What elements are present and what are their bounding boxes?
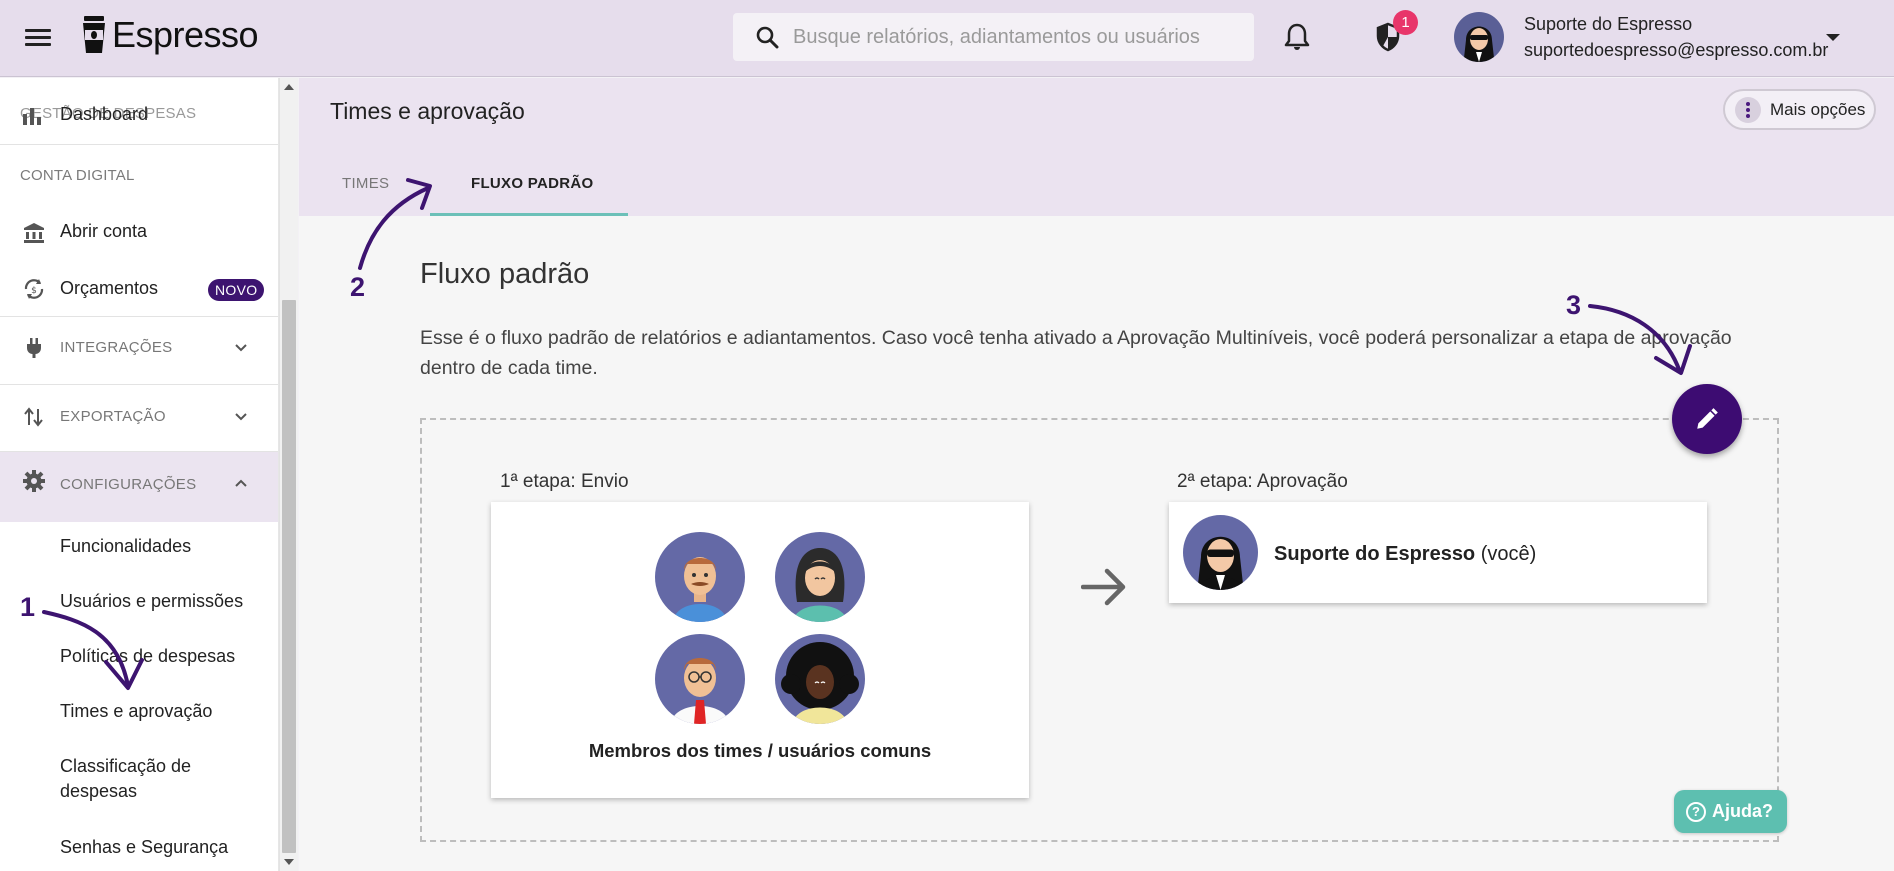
gear-icon xyxy=(23,470,45,492)
avatar xyxy=(655,532,745,622)
sidebar-item-times-aprovacao[interactable]: Times e aprovação xyxy=(60,699,212,724)
top-bar: Espresso 1 Suporte do Espresso suportedo… xyxy=(0,0,1894,77)
sidebar: GESTÃO DE DESPESAS Dashboard CONTA DIGIT… xyxy=(0,78,279,871)
tab-times[interactable]: TIMES xyxy=(342,175,389,192)
stage1-label: 1ª etapa: Envio xyxy=(500,471,629,492)
search-input[interactable] xyxy=(793,25,1213,49)
annotation-number: 3 xyxy=(1566,290,1582,320)
chevron-down-icon xyxy=(235,344,247,352)
sidebar-section-conta: CONTA DIGITAL xyxy=(20,167,135,184)
sidebar-item-abrir-conta[interactable]: Abrir conta xyxy=(0,218,278,248)
help-button[interactable]: ? Ajuda? xyxy=(1674,790,1787,833)
pencil-icon xyxy=(1697,408,1718,429)
sidebar-item-orcamentos[interactable]: $ Orçamentos NOVO xyxy=(0,275,278,305)
more-options-button[interactable]: Mais opções xyxy=(1723,89,1876,130)
chevron-down-icon xyxy=(235,413,247,421)
sidebar-item-dashboard[interactable]: Dashboard xyxy=(0,100,278,130)
sidebar-item-classificacao[interactable]: Classificação de despesas xyxy=(60,754,210,804)
sidebar-item-politicas[interactable]: Políticas de despesas xyxy=(60,644,235,669)
user-email[interactable]: suportedoespresso@espresso.com.br xyxy=(1524,40,1828,61)
plug-icon xyxy=(27,338,41,358)
page-header xyxy=(299,78,1894,216)
user-name[interactable]: Suporte do Espresso xyxy=(1524,14,1692,35)
sidebar-item-integracoes[interactable]: INTEGRAÇÕES xyxy=(0,333,278,363)
more-vertical-icon xyxy=(1735,96,1761,123)
section-description: Esse é o fluxo padrão de relatórios e ad… xyxy=(420,327,1732,379)
search-bar[interactable] xyxy=(733,13,1254,61)
approver-name-text: Suporte do Espresso xyxy=(1274,543,1476,565)
chevron-down-icon[interactable] xyxy=(1826,34,1840,41)
bar-chart-icon xyxy=(23,108,41,125)
menu-icon[interactable] xyxy=(25,25,55,51)
divider xyxy=(0,384,278,385)
chevron-up-icon xyxy=(235,479,247,487)
sidebar-scrollbar[interactable] xyxy=(279,78,298,871)
search-icon xyxy=(756,26,779,49)
scroll-thumb[interactable] xyxy=(282,300,296,853)
sidebar-item-label: Orçamentos xyxy=(60,278,159,298)
bank-icon xyxy=(24,223,44,243)
sidebar-item-label: CONFIGURAÇÕES xyxy=(60,476,197,493)
bell-icon[interactable] xyxy=(1284,22,1310,52)
arrow-right-icon xyxy=(1081,568,1126,606)
avatar xyxy=(655,634,745,724)
notification-badge: 1 xyxy=(1393,10,1418,35)
avatar xyxy=(775,634,865,724)
scroll-up-arrow[interactable] xyxy=(284,84,294,90)
svg-text:$: $ xyxy=(31,286,37,296)
avatar[interactable] xyxy=(1454,12,1504,62)
stage1-caption: Membros dos times / usuários comuns xyxy=(588,740,932,761)
sidebar-item-exportacao[interactable]: EXPORTAÇÃO xyxy=(0,402,278,432)
avatar xyxy=(1183,515,1258,590)
approver-suffix: (você) xyxy=(1480,543,1537,565)
annotation-number: 2 xyxy=(350,272,366,302)
new-badge: NOVO xyxy=(208,279,265,301)
tab-fluxo-padrao[interactable]: FLUXO PADRÃO xyxy=(471,175,594,192)
sidebar-item-senhas[interactable]: Senhas e Segurança xyxy=(60,835,228,860)
divider xyxy=(0,144,278,145)
swap-vertical-icon xyxy=(24,407,43,427)
help-label: Ajuda? xyxy=(1712,801,1773,821)
logo[interactable]: Espresso xyxy=(82,13,259,57)
sidebar-item-label: EXPORTAÇÃO xyxy=(60,408,166,425)
approver-name: Suporte do Espresso (você) xyxy=(1274,543,1536,566)
divider xyxy=(0,316,278,317)
sidebar-item-label: INTEGRAÇÕES xyxy=(60,339,173,356)
sidebar-item-usuarios[interactable]: Usuários e permissões xyxy=(60,589,243,614)
edit-flow-button[interactable] xyxy=(1672,384,1742,454)
page-title: Times e aprovação xyxy=(330,98,525,124)
question-icon: ? xyxy=(1686,801,1706,822)
coffee-cup-icon xyxy=(83,16,105,53)
more-options-label: Mais opções xyxy=(1770,99,1866,119)
scroll-down-arrow[interactable] xyxy=(284,859,294,865)
stage2-label: 2ª etapa: Aprovação xyxy=(1177,471,1348,492)
avatar xyxy=(775,532,865,622)
sidebar-item-funcionalidades[interactable]: Funcionalidades xyxy=(60,534,191,559)
annotation-number: 1 xyxy=(20,592,36,622)
section-title: Fluxo padrão xyxy=(420,258,590,290)
sync-money-icon: $ xyxy=(24,279,44,299)
sidebar-item-configuracoes[interactable]: CONFIGURAÇÕES xyxy=(0,452,278,522)
sidebar-item-label: Dashboard xyxy=(60,104,149,124)
sidebar-item-label: Abrir conta xyxy=(60,221,148,241)
logo-text: Espresso xyxy=(112,14,259,55)
